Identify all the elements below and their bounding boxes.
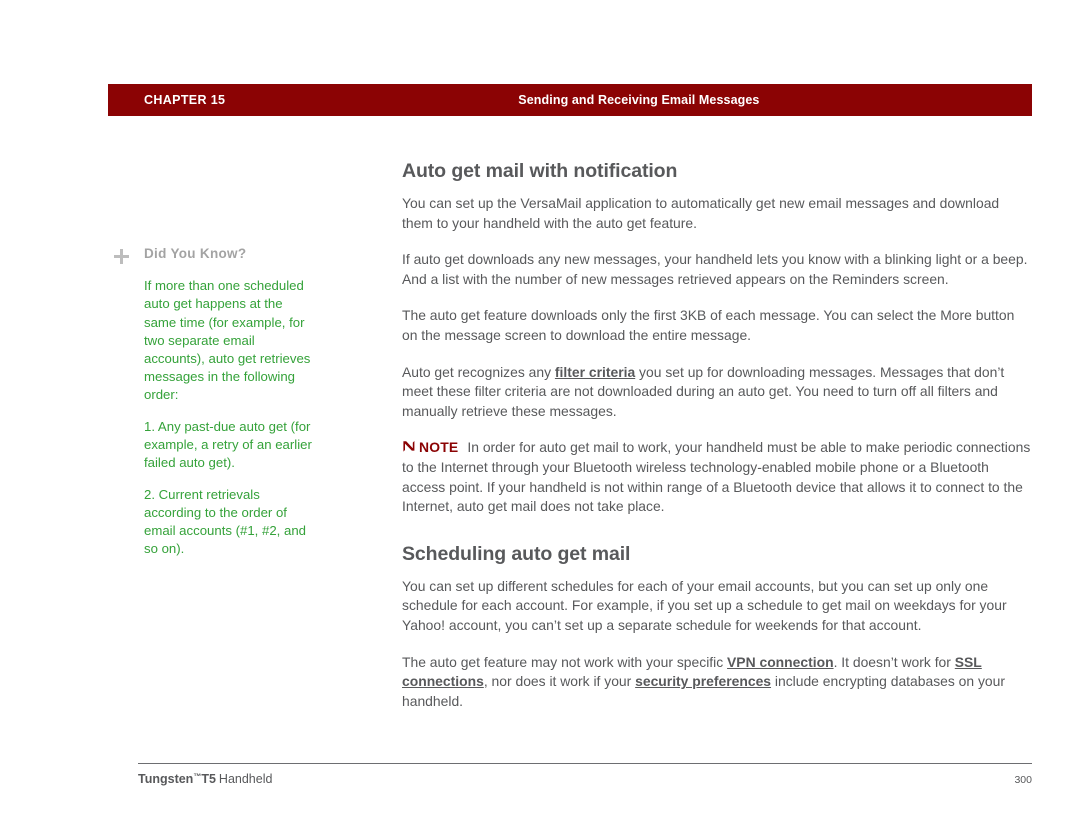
paragraph-schedules: You can set up different schedules for e… xyxy=(402,577,1007,633)
note-callout: NOTE In order for auto get mail to work, … xyxy=(402,438,1032,516)
footer-divider xyxy=(138,763,1032,764)
section-heading-auto-get-mail: Auto get mail with notification xyxy=(402,160,678,182)
paragraph-auto-get-3kb: The auto get feature downloads only the … xyxy=(402,307,1015,343)
did-you-know-sidebar: Did You Know? If more than one scheduled… xyxy=(114,246,314,572)
text-segment-2: . It doesn’t work for xyxy=(833,653,955,670)
plus-icon xyxy=(114,249,129,264)
paragraph-auto-get-intro: You can set up the VersaMail application… xyxy=(402,195,1000,231)
text-segment-1: The auto get feature may not work with y… xyxy=(402,653,728,670)
vpn-connection-link[interactable]: VPN connection xyxy=(727,654,834,670)
footer-product-name: Tungsten™T5 Handheld xyxy=(138,772,272,786)
filter-criteria-link[interactable]: filter criteria xyxy=(555,364,635,380)
running-head-title: Sending and Receiving Email Messages xyxy=(518,93,760,107)
page-number: 300 xyxy=(1014,774,1032,786)
security-preferences-link[interactable]: security preferences xyxy=(635,673,771,689)
paragraph-vpn-ssl-security: The auto get feature may not work with y… xyxy=(402,653,1032,712)
did-you-know-header: Did You Know? xyxy=(114,246,314,264)
did-you-know-paragraph: If more than one scheduled auto get happ… xyxy=(144,278,311,403)
footer-model: T5 xyxy=(201,772,216,786)
did-you-know-list-item-2: 2. Current retrievals according to the o… xyxy=(144,486,307,557)
note-label: NOTE xyxy=(419,439,459,456)
paragraph-filter-criteria: Auto get recognizes any filter criteria … xyxy=(402,363,1032,422)
footer-product: Tungsten xyxy=(138,772,194,786)
did-you-know-title: Did You Know? xyxy=(144,246,247,261)
section-heading-scheduling-auto-get: Scheduling auto get mail xyxy=(402,542,631,565)
note-flag-icon xyxy=(402,439,416,452)
running-head-bar: CHAPTER 15 Sending and Receiving Email M… xyxy=(108,84,1032,116)
text-before-filter-link: Auto get recognizes any xyxy=(402,363,555,380)
text-segment-3: , nor does it work if your xyxy=(483,673,636,690)
main-content-column: Auto get mail with notification You can … xyxy=(402,160,1032,728)
page-footer: Tungsten™T5 Handheld 300 xyxy=(138,772,1032,786)
paragraph-auto-get-notification: If auto get downloads any new messages, … xyxy=(402,251,1028,287)
chapter-label: CHAPTER 15 xyxy=(144,93,226,107)
did-you-know-list-item-1: 1. Any past-due auto get (for example, a… xyxy=(144,418,312,471)
footer-device-kind: Handheld xyxy=(218,772,273,786)
note-text: In order for auto get mail to work, your… xyxy=(402,439,1031,515)
